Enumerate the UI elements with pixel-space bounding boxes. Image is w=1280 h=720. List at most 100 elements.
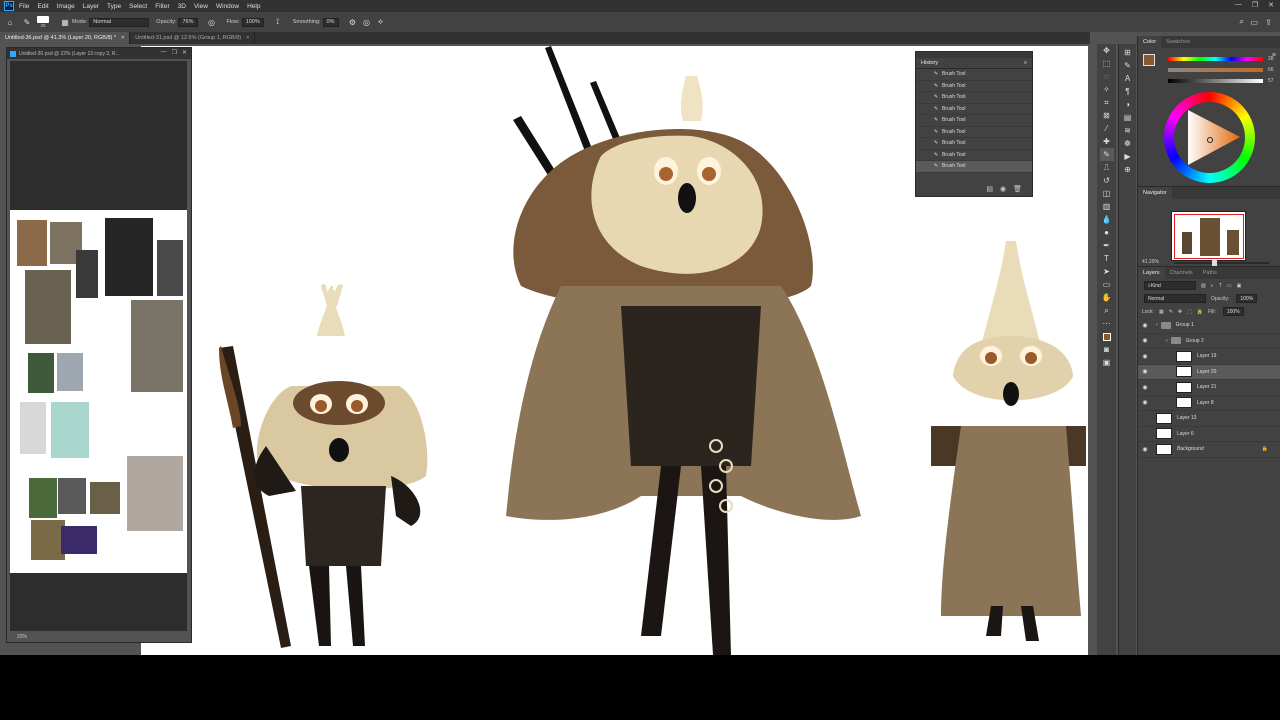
brightness-value[interactable]: 57: [1268, 78, 1274, 84]
history-state[interactable]: ✎ Brush Tool: [916, 92, 1032, 104]
search-icon[interactable]: ⌕: [1240, 17, 1244, 27]
maximize-button[interactable]: ❐: [1252, 1, 1258, 9]
frame-tool-icon[interactable]: ⊠: [1100, 109, 1114, 122]
menu-3d[interactable]: 3D: [178, 3, 186, 10]
healing-tool-icon[interactable]: ✚: [1100, 135, 1114, 148]
layer-name[interactable]: Group 2: [1186, 338, 1204, 344]
menu-image[interactable]: Image: [57, 3, 75, 10]
channels-panel-icon[interactable]: ≋: [1121, 124, 1135, 137]
layer-group-row[interactable]: ◉ › Group 1: [1138, 318, 1280, 334]
brush-tool-icon[interactable]: ✎: [1099, 148, 1114, 161]
quick-select-tool-icon[interactable]: ✧: [1100, 83, 1114, 96]
history-state[interactable]: ✎ Brush Tool: [916, 115, 1032, 127]
visibility-eye-icon[interactable]: ◉: [1138, 353, 1152, 360]
hue-slider[interactable]: [1168, 57, 1263, 61]
flow-field[interactable]: 100%: [241, 17, 264, 27]
share-icon[interactable]: ⇪: [1265, 18, 1272, 27]
reference-document-window[interactable]: Untitled-30.psd @ 22% (Layer 13 copy 2, …: [6, 47, 192, 643]
workspace-icon[interactable]: ▭: [1250, 18, 1258, 27]
brightness-slider[interactable]: [1168, 79, 1263, 83]
panel-menu-icon[interactable]: ≡: [1024, 60, 1027, 66]
chevron-down-icon[interactable]: ›: [1166, 338, 1168, 344]
menu-edit[interactable]: Edit: [37, 3, 48, 10]
layer-name[interactable]: Group 1: [1176, 322, 1194, 328]
layer-name[interactable]: Background: [1177, 446, 1204, 452]
color-swatches-icon[interactable]: [1100, 330, 1114, 343]
layer-row[interactable]: ◉ Layer 20: [1138, 364, 1280, 380]
pen-tool-icon[interactable]: ✒: [1100, 239, 1114, 252]
doc-minimize-button[interactable]: —: [161, 49, 167, 56]
smoothing-gear-icon[interactable]: ⚙: [346, 18, 360, 27]
saturation-slider[interactable]: [1168, 68, 1263, 72]
lock-artboard-icon[interactable]: ⬚: [1187, 309, 1192, 315]
color-panel-menu-icon[interactable]: ≡: [1272, 52, 1276, 59]
layer-row[interactable]: Layer 13: [1138, 411, 1280, 427]
layer-row[interactable]: ◉ Layer 21: [1138, 380, 1280, 396]
history-state[interactable]: ✎ Brush Tool: [916, 104, 1032, 115]
history-state[interactable]: ✎ Brush Tool: [916, 81, 1032, 92]
snapshot-icon[interactable]: ◉: [1000, 185, 1006, 193]
lock-icon[interactable]: 🔒: [1262, 446, 1268, 452]
doc-close-button[interactable]: ✕: [182, 49, 187, 56]
tab-untitled-31[interactable]: Untitled-31.psd @ 12.5% (Group 1, RGB/8)…: [130, 32, 256, 44]
stamp-tool-icon[interactable]: ⎍: [1100, 161, 1114, 174]
symmetry-icon[interactable]: ⟡: [374, 17, 388, 27]
lock-all-icon[interactable]: 🔒: [1197, 309, 1203, 315]
menu-filter[interactable]: Filter: [155, 3, 169, 10]
history-brush-tool-icon[interactable]: ↺: [1100, 174, 1114, 187]
type-tool-icon[interactable]: T: [1100, 252, 1114, 265]
history-state[interactable]: ✎ Brush Tool: [916, 138, 1032, 150]
color-wheel[interactable]: [1164, 92, 1255, 183]
menu-type[interactable]: Type: [107, 3, 121, 10]
actions-panel-icon[interactable]: ▶: [1121, 150, 1135, 163]
history-state[interactable]: ✎ Brush Tool: [916, 127, 1032, 138]
doc-maximize-button[interactable]: ❐: [172, 49, 177, 56]
close-button[interactable]: ✕: [1268, 1, 1274, 9]
layer-row[interactable]: ◉ Layer 8: [1138, 396, 1280, 411]
brush-size-picker[interactable]: 25: [34, 15, 52, 29]
tab-paths[interactable]: Paths: [1198, 267, 1222, 279]
minimize-button[interactable]: —: [1235, 1, 1242, 9]
menu-layer[interactable]: Layer: [83, 3, 99, 10]
layer-row[interactable]: Layer 6: [1138, 427, 1280, 442]
navigator-zoom-slider[interactable]: [1174, 260, 1269, 266]
tab-navigator[interactable]: Navigator: [1138, 187, 1172, 199]
gradient-tool-icon[interactable]: ▥: [1100, 200, 1114, 213]
crop-tool-icon[interactable]: ⌗: [1100, 96, 1114, 109]
screen-mode-icon[interactable]: ▣: [1100, 356, 1114, 369]
adjustments-panel-icon[interactable]: ◑: [1121, 98, 1135, 111]
glyphs-panel-icon[interactable]: ☸: [1121, 137, 1135, 150]
properties-panel-icon[interactable]: ⊞: [1121, 46, 1135, 59]
blend-mode-dropdown[interactable]: Normal: [1144, 294, 1206, 303]
trash-icon[interactable]: 🗑: [1013, 185, 1022, 193]
menu-file[interactable]: File: [19, 3, 29, 10]
marquee-tool-icon[interactable]: ⬚: [1100, 57, 1114, 70]
navigator-zoom-value[interactable]: 41.29%: [1142, 259, 1159, 265]
layer-name[interactable]: Layer 21: [1197, 384, 1216, 390]
path-select-tool-icon[interactable]: ➤: [1100, 265, 1114, 278]
libraries-panel-icon[interactable]: ▤: [1121, 111, 1135, 124]
menu-window[interactable]: Window: [216, 3, 239, 10]
tab-color[interactable]: Color: [1138, 36, 1162, 48]
filter-type-icon[interactable]: T: [1219, 283, 1222, 289]
blur-tool-icon[interactable]: 💧: [1100, 213, 1114, 226]
pressure-opacity-icon[interactable]: ◎: [205, 18, 219, 27]
filter-pixel-icon[interactable]: ▧: [1201, 283, 1206, 289]
tab-layers[interactable]: Layers: [1138, 267, 1165, 279]
layer-name[interactable]: Layer 20: [1197, 369, 1216, 375]
brushes-panel-icon[interactable]: ✎: [1121, 59, 1135, 72]
brush-preset-icon[interactable]: ✎: [20, 18, 34, 27]
chevron-down-icon[interactable]: ›: [1156, 322, 1158, 328]
menu-view[interactable]: View: [194, 3, 208, 10]
tab-untitled-36[interactable]: Untitled-36.psd @ 41.3% (Layer 20, RGB/8…: [0, 32, 131, 44]
smoothing-field[interactable]: 0%: [322, 17, 339, 27]
dodge-tool-icon[interactable]: ●: [1100, 226, 1114, 239]
mode-dropdown[interactable]: Normal: [89, 17, 150, 27]
layer-row[interactable]: ◉ Layer 19: [1138, 349, 1280, 365]
tab-close-icon[interactable]: ×: [121, 35, 124, 41]
navigator-preview[interactable]: [1171, 211, 1246, 261]
paragraph-panel-icon[interactable]: ¶: [1121, 85, 1135, 98]
airbrush-icon[interactable]: ⟟: [271, 17, 285, 27]
layer-name[interactable]: Layer 8: [1197, 400, 1214, 406]
fill-field[interactable]: 100%: [1222, 307, 1244, 316]
